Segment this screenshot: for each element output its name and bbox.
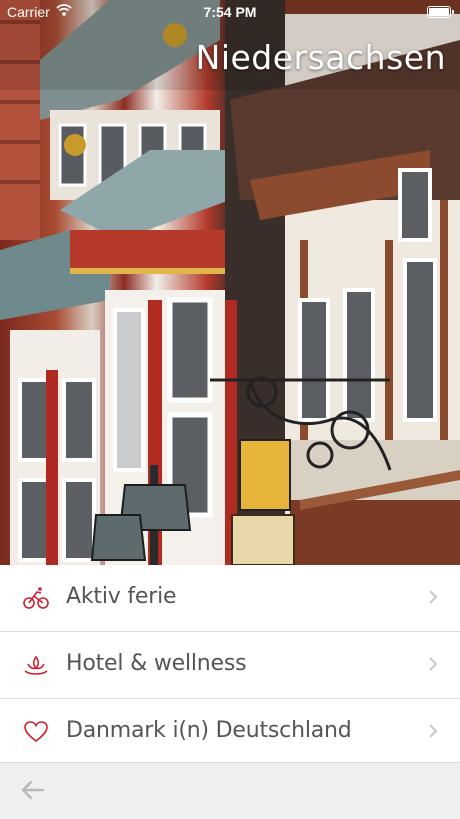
spa-lotus-icon <box>22 651 50 679</box>
menu-item-label: Hotel & wellness <box>66 651 247 676</box>
battery-icon <box>427 6 454 18</box>
status-bar: Carrier 7:54 PM <box>0 0 460 24</box>
chevron-right-icon <box>428 656 438 672</box>
menu-item-aktiv-ferie[interactable]: Aktiv ferie <box>0 565 460 632</box>
bottom-toolbar <box>0 762 460 819</box>
menu-item-danmark-in-deutschland[interactable]: Danmark i(n) Deutschland <box>0 699 460 766</box>
clock: 7:54 PM <box>203 4 257 20</box>
header-photo: Carrier 7:54 PM Niedersachsen <box>0 0 460 565</box>
chevron-right-icon <box>428 589 438 605</box>
menu-item-hotel-wellness[interactable]: Hotel & wellness <box>0 632 460 699</box>
half-timbered-houses-illustration <box>0 0 460 565</box>
category-menu: Aktiv ferie Hotel & wellness Danmark i(n… <box>0 565 460 766</box>
menu-item-label: Aktiv ferie <box>66 584 177 609</box>
heart-icon <box>22 718 50 746</box>
bicycle-icon <box>22 584 50 612</box>
back-arrow-icon[interactable] <box>20 779 46 801</box>
chevron-right-icon <box>428 723 438 739</box>
menu-item-label: Danmark i(n) Deutschland <box>66 718 352 743</box>
page-title: Niedersachsen <box>195 38 446 77</box>
